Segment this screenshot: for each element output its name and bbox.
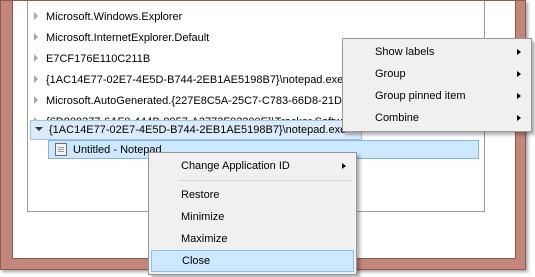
- menu-item-label: Maximize: [181, 233, 228, 245]
- tree-row-label: Microsoft.Windows.Explorer: [46, 10, 183, 23]
- tree-row-label: Microsoft.InternetExplorer.Default: [46, 31, 210, 44]
- submenu-arrow-icon: [517, 71, 521, 77]
- menu-item-show-labels[interactable]: Show labels: [345, 41, 529, 63]
- submenu-arrow-icon: [517, 49, 521, 55]
- tree-row-label: E7CF176E110C211B: [46, 52, 151, 65]
- menu-item-label: Show labels: [375, 46, 435, 58]
- expand-arrow-icon[interactable]: [28, 27, 44, 48]
- tree-row[interactable]: Microsoft.InternetExplorer.Default: [28, 27, 358, 48]
- menu-item-group[interactable]: Group: [345, 63, 529, 85]
- submenu-arrow-icon: [517, 93, 521, 99]
- menu-item-combine[interactable]: Combine: [345, 107, 529, 129]
- tree-row-label: {1AC14E77-02E7-4E5D-B744-2EB1AE5198B7}\n…: [46, 73, 344, 86]
- menu-separator: [179, 180, 352, 181]
- menu-item-minimize[interactable]: Minimize: [151, 206, 354, 228]
- menu-item-maximize[interactable]: Maximize: [151, 228, 354, 250]
- tree-row[interactable]: {1AC14E77-02E7-4E5D-B744-2EB1AE5198B7}\n…: [28, 69, 358, 90]
- tree-row-expanded[interactable]: {1AC14E77-02E7-4E5D-B744-2EB1AE5198B7}\n…: [30, 120, 362, 140]
- notepad-window-icon: [55, 143, 67, 156]
- menu-item-group-pinned-item[interactable]: Group pinned item: [345, 85, 529, 107]
- menu-item-restore[interactable]: Restore: [151, 184, 354, 206]
- menu-item-label: Group pinned item: [375, 90, 466, 102]
- menu-item-label: Combine: [375, 112, 420, 124]
- expand-arrow-icon[interactable]: [28, 90, 44, 111]
- menu-item-label: Change Application ID: [181, 160, 290, 172]
- tree-row[interactable]: Microsoft.Windows.Explorer: [28, 6, 358, 27]
- menu-item-change-application-id[interactable]: Change Application ID: [151, 155, 354, 177]
- expand-arrow-icon[interactable]: [28, 6, 44, 27]
- tree-row[interactable]: Microsoft.AutoGenerated.{227E8C5A-25C7-C…: [28, 90, 358, 111]
- menu-item-close[interactable]: Close: [151, 250, 354, 272]
- expand-arrow-icon[interactable]: [28, 69, 44, 90]
- taskbar-labels-context-menu: Show labels Group Group pinned item Comb…: [342, 38, 532, 132]
- tree-row-label: Microsoft.AutoGenerated.{227E8C5A-25C7-C…: [46, 94, 355, 107]
- submenu-arrow-icon: [342, 163, 346, 169]
- menu-item-label: Restore: [181, 189, 220, 201]
- collapse-arrow-icon[interactable]: [31, 120, 47, 141]
- submenu-arrow-icon: [517, 115, 521, 121]
- expand-arrow-icon[interactable]: [28, 48, 44, 69]
- window-context-menu: Change Application ID Restore Minimize M…: [148, 152, 357, 275]
- tree-row-label: {1AC14E77-02E7-4E5D-B744-2EB1AE5198B7}\n…: [49, 124, 347, 136]
- menu-item-label: Minimize: [181, 211, 225, 223]
- tree-row[interactable]: E7CF176E110C211B: [28, 48, 358, 69]
- menu-item-label: Group: [375, 68, 406, 80]
- menu-item-label: Close: [182, 255, 211, 267]
